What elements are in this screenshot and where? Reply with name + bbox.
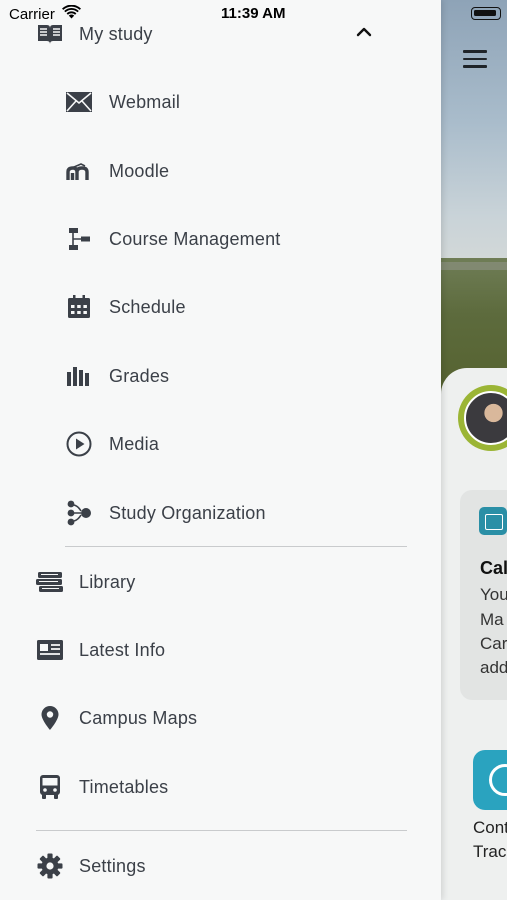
section-divider: [65, 546, 407, 547]
section-divider: [36, 830, 407, 831]
nav-item-media[interactable]: Media: [65, 424, 159, 464]
nav-item-label: Moodle: [109, 160, 170, 181]
contact-tracing-tile-icon[interactable]: [473, 750, 507, 810]
play-circle-icon: [65, 430, 93, 458]
envelope-icon: [65, 88, 93, 116]
bus-icon: [36, 773, 64, 801]
navigation-drawer: My study Webmail Moodle Course Managemen…: [0, 0, 441, 900]
bar-chart-icon: [65, 362, 93, 390]
hamburger-menu-icon[interactable]: [463, 50, 487, 68]
nav-item-label: Study Organization: [109, 502, 266, 523]
calendar-icon: [65, 293, 93, 321]
carrier-label: Carrier: [9, 6, 55, 23]
calendar-card-text: add: [480, 658, 507, 677]
calendar-card-text: Ma: [480, 610, 504, 629]
contact-tracing-label: Track: [473, 842, 507, 861]
hero-sky-image: [441, 0, 507, 270]
nav-item-label: Course Management: [109, 228, 281, 249]
status-bar: Carrier 11:39 AM: [0, 0, 507, 28]
nav-item-grades[interactable]: Grades: [65, 356, 169, 396]
map-pin-icon: [36, 704, 64, 732]
nav-item-course-management[interactable]: Course Management: [65, 219, 281, 259]
nav-item-library[interactable]: Library: [36, 562, 135, 602]
nav-item-label: Timetables: [79, 776, 169, 797]
nav-item-label: Schedule: [109, 296, 186, 317]
nav-item-label: Latest Info: [79, 639, 166, 660]
nav-item-timetables[interactable]: Timetables: [36, 767, 168, 807]
nav-item-label: Library: [79, 571, 136, 592]
calendar-card-icon: [479, 507, 507, 535]
wifi-icon: [62, 5, 81, 19]
nav-item-moodle[interactable]: Moodle: [65, 151, 169, 191]
calendar-card-title: Cal: [480, 558, 507, 578]
nav-item-campus-maps[interactable]: Campus Maps: [36, 698, 197, 738]
nav-item-label: Webmail: [109, 91, 181, 112]
moodle-icon: [65, 157, 93, 185]
nav-item-label: Media: [109, 433, 160, 454]
contact-tracing-label: Cont: [473, 818, 507, 837]
nav-item-label: Campus Maps: [79, 707, 198, 728]
nav-item-latest-info[interactable]: Latest Info: [36, 630, 165, 670]
nav-item-study-organization[interactable]: Study Organization: [65, 493, 266, 533]
nav-item-settings[interactable]: Settings: [36, 846, 146, 886]
books-icon: [36, 568, 64, 596]
nav-item-webmail[interactable]: Webmail: [65, 82, 180, 122]
node-tree-icon: [65, 499, 93, 527]
nav-item-schedule[interactable]: Schedule: [65, 287, 186, 327]
calendar-card-text: You: [480, 585, 507, 604]
status-time: 11:39 AM: [221, 5, 286, 22]
background-app: Cal You Ma Car add Cont Track: [441, 0, 507, 900]
calendar-card-text: Car: [480, 634, 507, 653]
gear-icon: [36, 852, 64, 880]
nav-item-label: Settings: [79, 855, 146, 876]
newspaper-icon: [36, 636, 64, 664]
sitemap-icon: [65, 225, 93, 253]
nav-item-label: Grades: [109, 365, 170, 386]
